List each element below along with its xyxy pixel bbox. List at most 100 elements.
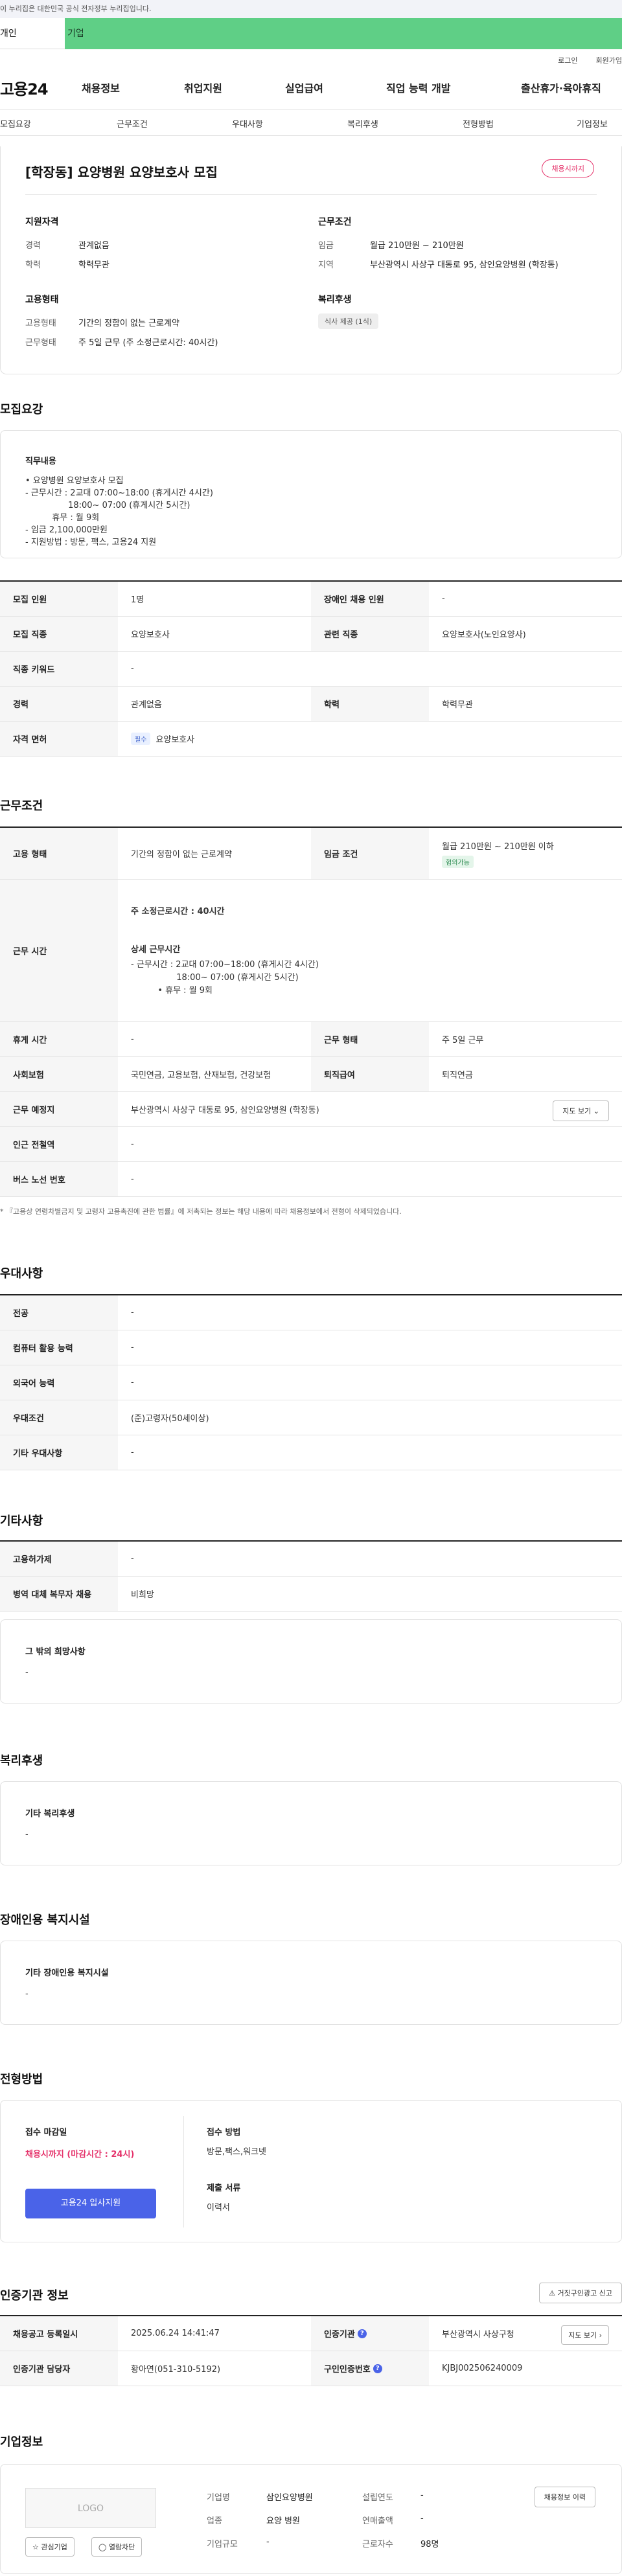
sales-label: 연매출액 xyxy=(362,2516,393,2526)
company-section-title: 기업정보 xyxy=(0,2435,43,2449)
table-row: 채용공고 등록일시 2025.06.24 14:41:47 인증기관? 부산광역… xyxy=(0,2316,622,2351)
apply-button[interactable]: 고용24 입사지원 xyxy=(25,2189,156,2218)
tab-preference[interactable]: 우대사항 xyxy=(232,117,263,130)
tab-welfare[interactable]: 복리후생 xyxy=(347,117,378,130)
qual-heading: 지원자격 xyxy=(25,217,59,227)
bus-value: - xyxy=(131,1174,134,1184)
edu-value: 학력무관 xyxy=(78,260,109,270)
computer-label: 컴퓨터 활용 능력 xyxy=(0,1330,118,1365)
tab-recruit[interactable]: 모집요강 xyxy=(0,117,31,130)
sales-value: - xyxy=(420,2514,424,2524)
table-row: 고용허가제 - xyxy=(0,1542,622,1577)
nav-item-leave[interactable]: 출산휴가·육아휴직 xyxy=(521,80,601,95)
required-chip: 필수 xyxy=(131,733,151,745)
size-value: - xyxy=(266,2537,270,2547)
worktype-row-label: 근무 형태 xyxy=(311,1022,429,1056)
table-row: 자격 면허 필수 요양보호사 xyxy=(0,722,622,757)
subway-label: 인근 전철역 xyxy=(0,1127,118,1161)
table-row: 고용 형태 기간의 정함이 없는 근로계약 임금 조건 월급 210만원 ~ 2… xyxy=(0,828,622,880)
signup-link[interactable]: 회원가입 xyxy=(596,55,622,65)
reg-label: 채용공고 등록일시 xyxy=(0,2316,118,2351)
career-row-label: 경력 xyxy=(0,687,118,721)
wage-row-label: 임금 조건 xyxy=(311,828,429,879)
headcount-value: 1명 xyxy=(131,595,144,605)
table-row: 우대조건 (준)고령자(50세이상) xyxy=(0,1400,622,1435)
negotiable-chip: 협의가능 xyxy=(442,855,474,868)
auth-label-cell: 구인인증번호? xyxy=(311,2351,429,2386)
hours-cell: 주 소정근로시간 : 40시간 상세 근무시간 - 근무시간 : 2교대 07:… xyxy=(118,880,622,1021)
disabled-value: - xyxy=(442,594,445,604)
gov-strip: 이 누리집은 대한민국 공식 전자정부 누리집입니다. xyxy=(0,0,622,18)
table-row: 휴게 시간 - 근무 형태 주 5일 근무 xyxy=(0,1022,622,1057)
deadline-badge: 채용시까지 xyxy=(542,159,594,177)
auth-label: 구인인증번호 xyxy=(324,2365,371,2375)
wish-box: 그 밖의 희망사항 - xyxy=(0,1619,622,1704)
major-label: 전공 xyxy=(0,1295,118,1330)
other-pref-label: 기타 우대사항 xyxy=(0,1435,118,1470)
login-link[interactable]: 로그인 xyxy=(558,55,577,65)
duty-title: 직무내용 xyxy=(25,457,56,466)
company-name-label: 기업명 xyxy=(207,2493,230,2503)
disability-section-title: 장애인용 복지시설 xyxy=(0,1913,90,1927)
org-label: 인증기관 xyxy=(324,2330,355,2340)
map-button[interactable]: 지도 보기 ⌄ xyxy=(553,1100,609,1121)
table-row: 직종 키워드 - xyxy=(0,652,622,687)
auth-value: KJBJ002506240009 xyxy=(442,2364,523,2373)
duty-text: • 요양병원 요양보호사 모집 - 근무시간 : 2교대 07:00~18:00… xyxy=(25,476,213,547)
tab-person[interactable]: 개인 xyxy=(0,18,65,49)
break-label: 휴게 시간 xyxy=(0,1022,118,1056)
table-row: 버스 노선 번호 - xyxy=(0,1162,622,1197)
tab-process[interactable]: 전형방법 xyxy=(463,117,494,130)
welfare-chip: 식사 제공 (1식) xyxy=(318,313,379,329)
duty-box: 직무내용 • 요양병원 요양보호사 모집 - 근무시간 : 2교대 07:00~… xyxy=(0,430,622,558)
process-box: 접수 마감일 채용시까지 (마감시간 : 24시) 고용24 입사지원 접수 방… xyxy=(0,2100,622,2242)
org-map-button[interactable]: 지도 보기 › xyxy=(561,2325,609,2345)
nav-item-training[interactable]: 직업 능력 개발 xyxy=(386,80,450,95)
computer-value: - xyxy=(131,1343,134,1352)
region-label: 지역 xyxy=(318,260,334,270)
subway-value: - xyxy=(131,1139,134,1149)
industry-value: 요양 병원 xyxy=(266,2516,300,2526)
table-row: 모집 인원 1명 장애인 채용 인원 - xyxy=(0,582,622,617)
wish-title: 그 밖의 희망사항 xyxy=(25,1647,86,1657)
deadline-title: 접수 마감일 xyxy=(25,2128,67,2137)
nav-item-unemployment[interactable]: 실업급여 xyxy=(285,80,323,95)
insurance-label: 사회보험 xyxy=(0,1057,118,1091)
military-value: 비희망 xyxy=(131,1590,154,1600)
wage-value: 월급 210만원 ~ 210만원 xyxy=(370,241,464,251)
site-logo[interactable]: 고용24 xyxy=(0,76,49,99)
section-tabs: 모집요강 근무조건 우대사항 복리후생 전형방법 기업정보 xyxy=(0,109,622,136)
report-fake-ad-button[interactable]: ⚠ 거짓구인광고 신고 xyxy=(539,2283,622,2303)
founded-value: - xyxy=(420,2491,424,2500)
keyword-value: - xyxy=(131,664,134,674)
table-row: 전공 - xyxy=(0,1295,622,1330)
nav-item-employment-support[interactable]: 취업지원 xyxy=(184,80,222,95)
hiring-history-button[interactable]: 채용정보 이력 xyxy=(534,2487,595,2507)
disability-box: 기타 장애인용 복지시설 - xyxy=(0,1941,622,2025)
manager-label: 인증기관 담당자 xyxy=(0,2351,118,2386)
map-button-label: 지도 보기 xyxy=(562,1107,592,1115)
permit-label: 고용허가제 xyxy=(0,1542,118,1576)
nav-item-jobs[interactable]: 채용정보 xyxy=(82,80,120,95)
place-value: 부산광역시 사상구 대동로 95, 삼인요양병원 (학장동) xyxy=(131,1106,319,1115)
disabled-label: 장애인 채용 인원 xyxy=(311,582,429,616)
table-row: 컴퓨터 활용 능력 - xyxy=(0,1330,622,1365)
recruit-table: 모집 인원 1명 장애인 채용 인원 - 모집 직종 요양보호사 관련 직종 요… xyxy=(0,580,622,757)
break-value: - xyxy=(131,1034,134,1044)
disability-box-value: - xyxy=(25,1989,29,1999)
place-label: 근무 예정지 xyxy=(0,1092,118,1126)
table-row: 근무 예정지 부산광역시 사상구 대동로 95, 삼인요양병원 (학장동) 지도… xyxy=(0,1092,622,1127)
tab-conditions[interactable]: 근무조건 xyxy=(117,117,148,130)
block-view-button[interactable]: ◯ 열람차단 xyxy=(91,2537,143,2557)
license-cell: 필수 요양보호사 xyxy=(118,722,622,756)
preference-section-title: 우대사항 xyxy=(0,1267,43,1281)
tab-company[interactable]: 기업정보 xyxy=(577,117,608,130)
help-icon[interactable]: ? xyxy=(373,2364,382,2373)
headcount-label: 모집 인원 xyxy=(0,582,118,616)
interest-company-button[interactable]: ☆ 관심기업 xyxy=(25,2537,75,2557)
tab-corp[interactable]: 기업 xyxy=(65,18,622,49)
help-icon[interactable]: ? xyxy=(357,2329,367,2338)
industry-label: 업종 xyxy=(207,2516,222,2526)
hours-label: 근무 시간 xyxy=(0,880,118,1021)
keyword-label: 직종 키워드 xyxy=(0,652,118,686)
